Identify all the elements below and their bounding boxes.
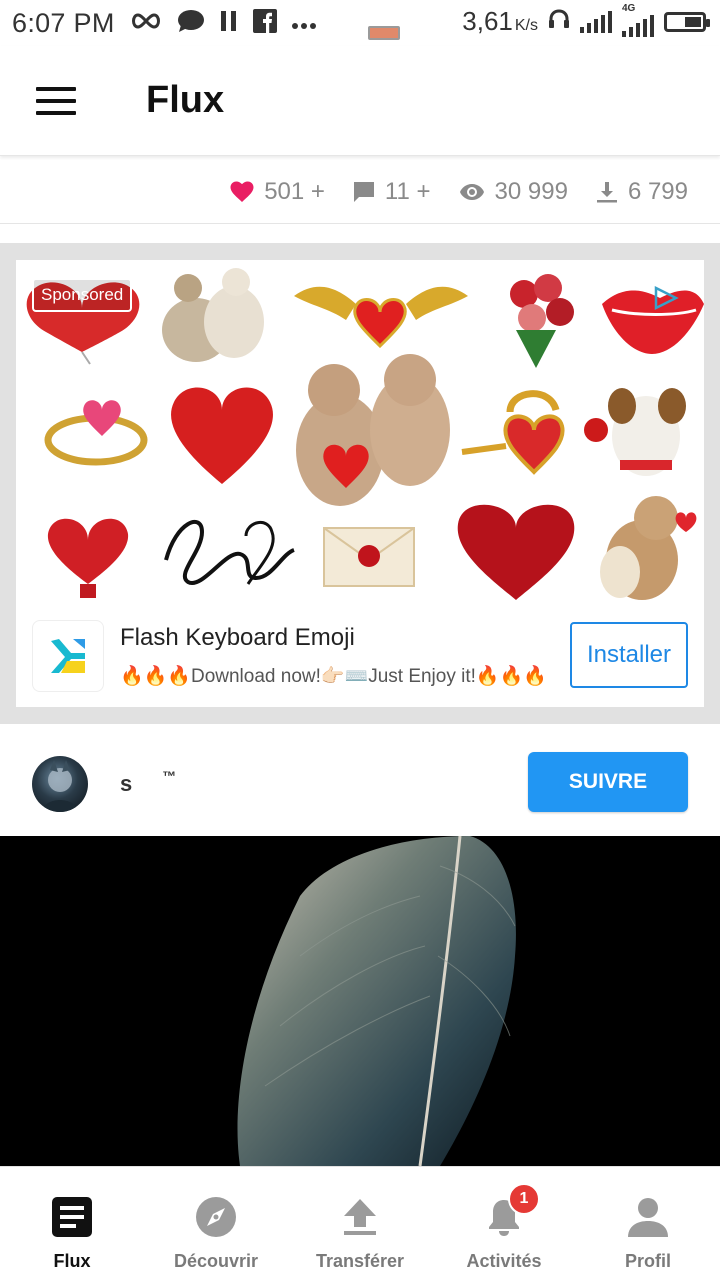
compass-icon: [194, 1195, 238, 1239]
infinity-icon: [129, 12, 163, 34]
rose-bouquet-illustration: [510, 274, 574, 368]
avatar[interactable]: [32, 756, 88, 812]
feather-illustration: [237, 836, 516, 1166]
nav-item-profil[interactable]: Profil: [576, 1167, 720, 1280]
network-speed-unit: K/s: [514, 17, 538, 34]
ad-details[interactable]: Flash Keyboard Emoji 🔥🔥🔥Download now!👉🏻⌨…: [16, 604, 704, 707]
nav-label-flux: Flux: [53, 1251, 91, 1271]
heart-ring-illustration: [44, 400, 148, 466]
winged-heart-illustration: [294, 286, 468, 349]
comments-count: 11 +: [384, 177, 431, 205]
nav-label-activites: Activités: [466, 1251, 542, 1271]
facebook-icon: [252, 9, 277, 37]
notification-chip-icon: [368, 26, 400, 40]
nav-label-decouvrir: Découvrir: [173, 1251, 259, 1271]
ad-app-icon[interactable]: [32, 619, 104, 692]
bottom-navigation: Flux Découvrir Transférer 1 Activités Pr…: [0, 1166, 720, 1280]
likes-stat[interactable]: 501 +: [230, 178, 325, 206]
hamburger-menu-icon[interactable]: [36, 86, 76, 115]
ad-banner-image[interactable]: Sponsored: [16, 260, 704, 604]
ad-subtitle: 🔥🔥🔥Download now!👉🏻⌨️Just Enjoy it!🔥🔥🔥: [120, 665, 547, 687]
eye-icon: [459, 183, 485, 201]
views-count: 30 999: [494, 177, 568, 205]
ad-title: Flash Keyboard Emoji: [120, 623, 355, 651]
nav-item-activites[interactable]: 1 Activités: [432, 1167, 576, 1280]
nav-item-decouvrir[interactable]: Découvrir: [144, 1167, 288, 1280]
username[interactable]: s: [120, 771, 132, 797]
bell-icon: 1: [482, 1183, 540, 1239]
love-script-illustration: [164, 520, 295, 585]
dog-rose-illustration: [584, 388, 686, 476]
feed-icon: [50, 1195, 94, 1239]
network-type: 4G: [622, 2, 636, 14]
pause-icon: [219, 10, 239, 36]
sponsored-ad-card[interactable]: Sponsored Flash Keyboard Emoji 🔥🔥🔥Downlo…: [16, 260, 704, 707]
comments-stat[interactable]: 11 +: [353, 178, 431, 206]
more-dots-icon: [291, 12, 317, 34]
sponsored-ad-container: Sponsored Flash Keyboard Emoji 🔥🔥🔥Downlo…: [0, 243, 720, 724]
post-image[interactable]: [0, 836, 720, 1166]
follow-button[interactable]: SUIVRE: [528, 752, 688, 812]
notification-badge: 1: [508, 1183, 540, 1215]
heart-lock-illustration: [461, 390, 565, 475]
app-bar: Flux: [0, 46, 720, 156]
ad-text-block: Flash Keyboard Emoji 🔥🔥🔥Download now!👉🏻⌨…: [120, 624, 560, 688]
signal-4g-icon: 4G: [622, 3, 654, 37]
rose-heart-bouquet-illustration: [457, 504, 575, 600]
signal-icon: [580, 10, 612, 33]
download-icon: [596, 181, 618, 203]
network-speed-value: 3,61: [462, 6, 513, 36]
rose-heart-illustration: [171, 387, 273, 484]
username-trademark: ™: [162, 768, 177, 784]
post-stats: 501 + 11 + 30 999 6 799: [0, 160, 720, 224]
teddy-heart-illustration: [296, 354, 450, 506]
install-button[interactable]: Installer: [570, 622, 688, 688]
nav-label-transferer: Transférer: [315, 1251, 405, 1271]
teddy-bears-illustration: [600, 496, 697, 600]
comment-icon: [353, 181, 375, 203]
heart-icon: [230, 181, 254, 203]
downloads-count: 6 799: [627, 177, 688, 205]
nav-label-profil: Profil: [624, 1251, 671, 1271]
nav-item-flux[interactable]: Flux: [0, 1167, 144, 1280]
nav-item-transferer[interactable]: Transférer: [288, 1167, 432, 1280]
chat-bubble-icon: [177, 9, 205, 37]
headset-icon: [548, 8, 570, 35]
likes-count: 501 +: [264, 177, 325, 205]
status-bar: 6:07 PM 3,61 K/s 4G: [0, 0, 720, 46]
lips-illustration: [602, 290, 704, 354]
page-title: Flux: [146, 79, 225, 121]
battery-icon: [664, 11, 710, 32]
status-notification-icons: [129, 9, 317, 37]
teddy-couple-illustration: [162, 268, 264, 362]
views-stat: 30 999: [459, 178, 568, 206]
heart-air-balloon-illustration: [47, 518, 129, 598]
sponsored-badge: Sponsored: [32, 278, 133, 312]
network-speed: 3,61 K/s: [462, 6, 538, 37]
status-system-icons: 3,61 K/s 4G: [462, 3, 710, 37]
person-icon: [626, 1195, 670, 1239]
upload-icon: [338, 1195, 382, 1239]
downloads-stat[interactable]: 6 799: [596, 178, 688, 206]
post-header: s ™ SUIVRE: [0, 732, 720, 836]
status-time: 6:07 PM: [12, 7, 115, 38]
love-letter-illustration: [323, 527, 415, 587]
